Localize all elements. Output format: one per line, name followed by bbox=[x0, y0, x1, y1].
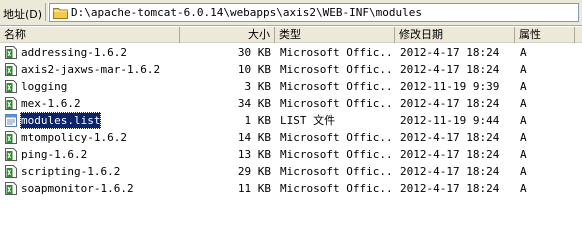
file-size: 29 KB bbox=[237, 165, 271, 178]
address-bar: 地址(D) D:\apache-tomcat-6.0.14\webapps\ax… bbox=[0, 0, 582, 26]
file-size: 10 KB bbox=[237, 63, 271, 76]
file-row[interactable]: axis2-jaxws-mar-1.6.2 10 KB Microsoft Offi… bbox=[0, 61, 582, 78]
file-type: Microsoft Offic... bbox=[280, 97, 394, 110]
file-modified: 2012-4-17 18:24 bbox=[400, 131, 500, 144]
file-size: 30 KB bbox=[237, 46, 271, 59]
column-header-modified[interactable]: 修改日期 bbox=[395, 27, 515, 43]
file-modified: 2012-4-17 18:24 bbox=[400, 182, 500, 195]
file-row[interactable]: soapmonitor-1.6.2 11 KB Microsoft Offic...… bbox=[0, 180, 582, 197]
file-type: Microsoft Offic... bbox=[280, 165, 394, 178]
file-modified: 2012-11-19 9:44 bbox=[400, 114, 500, 127]
file-name: scripting-1.6.2 bbox=[21, 165, 121, 178]
file-attributes: A bbox=[520, 165, 527, 178]
file-attributes: A bbox=[520, 131, 527, 144]
document-icon bbox=[5, 97, 17, 110]
file-attributes: A bbox=[520, 63, 527, 76]
file-name: axis2-jaxws-mar-1.6.2 bbox=[21, 63, 161, 76]
file-attributes: A bbox=[520, 97, 527, 110]
file-attributes: A bbox=[520, 80, 527, 93]
file-name: logging bbox=[21, 80, 68, 93]
file-name: modules.list bbox=[20, 112, 102, 129]
file-size: 34 KB bbox=[237, 97, 271, 110]
document-icon bbox=[5, 148, 17, 161]
file-name: ping-1.6.2 bbox=[21, 148, 88, 161]
file-modified: 2012-4-17 18:24 bbox=[400, 46, 500, 59]
file-modified: 2012-4-17 18:24 bbox=[400, 63, 500, 76]
file-attributes: A bbox=[520, 182, 527, 195]
file-modified: 2012-4-17 18:24 bbox=[400, 97, 500, 110]
file-type: Microsoft Offic... bbox=[280, 63, 394, 76]
file-modified: 2012-4-17 18:24 bbox=[400, 148, 500, 161]
address-label: 地址(D) bbox=[3, 8, 43, 21]
file-type: LIST 文件 bbox=[280, 114, 336, 127]
folder-icon bbox=[53, 8, 68, 19]
file-size: 1 KB bbox=[244, 114, 272, 127]
document-icon bbox=[5, 46, 17, 59]
file-name: mtompolicy-1.6.2 bbox=[21, 131, 127, 144]
file-type: Microsoft Offic... bbox=[280, 80, 394, 93]
file-modified: 2012-4-17 18:24 bbox=[400, 165, 500, 178]
file-type: Microsoft Offic... bbox=[280, 182, 394, 195]
file-row[interactable]: ping-1.6.2 13 KB Microsoft Offic... 2012-4-… bbox=[0, 146, 582, 163]
file-attributes: A bbox=[520, 46, 527, 59]
file-row[interactable]: mex-1.6.2 34 KB Microsoft Offic... 2012-4-1… bbox=[0, 95, 582, 112]
file-attributes: A bbox=[520, 114, 527, 127]
document-icon bbox=[5, 63, 17, 76]
document-icon bbox=[5, 80, 17, 93]
file-modified: 2012-11-19 9:39 bbox=[400, 80, 500, 93]
file-name: mex-1.6.2 bbox=[21, 97, 81, 110]
column-header-attributes[interactable]: 属性 bbox=[515, 27, 575, 43]
file-name: addressing-1.6.2 bbox=[21, 46, 127, 59]
column-header-type[interactable]: 类型 bbox=[275, 27, 395, 43]
file-row[interactable]: scripting-1.6.2 29 KB Microsoft Offic... 20… bbox=[0, 163, 582, 180]
file-name: soapmonitor-1.6.2 bbox=[21, 182, 134, 195]
file-row[interactable]: modules.list 1 KB LIST 文件 2012-11-19 9:44 A bbox=[0, 112, 582, 129]
list-file-icon bbox=[5, 114, 17, 127]
file-row[interactable]: logging 3 KB Microsoft Offic... 2012-11-19 … bbox=[0, 78, 582, 95]
column-header-bar: 名称 大小 类型 修改日期 属性 bbox=[0, 27, 582, 43]
file-size: 3 KB bbox=[244, 80, 272, 93]
file-size: 11 KB bbox=[237, 182, 271, 195]
file-attributes: A bbox=[520, 148, 527, 161]
file-size: 14 KB bbox=[237, 131, 271, 144]
address-input[interactable]: D:\apache-tomcat-6.0.14\webapps\axis2\WE… bbox=[49, 3, 579, 22]
file-type: Microsoft Offic... bbox=[280, 148, 394, 161]
document-icon bbox=[5, 182, 17, 195]
column-header-name[interactable]: 名称 bbox=[0, 27, 180, 43]
column-header-size[interactable]: 大小 bbox=[180, 27, 275, 43]
document-icon bbox=[5, 131, 17, 144]
file-row[interactable]: mtompolicy-1.6.2 14 KB Microsoft Offic... 2… bbox=[0, 129, 582, 146]
file-type: Microsoft Offic... bbox=[280, 131, 394, 144]
file-size: 13 KB bbox=[237, 148, 271, 161]
address-path: D:\apache-tomcat-6.0.14\webapps\axis2\WE… bbox=[71, 6, 422, 19]
document-icon bbox=[5, 165, 17, 178]
file-type: Microsoft Offic... bbox=[280, 46, 394, 59]
file-row[interactable]: addressing-1.6.2 30 KB Microsoft Offic... 2… bbox=[0, 44, 582, 61]
